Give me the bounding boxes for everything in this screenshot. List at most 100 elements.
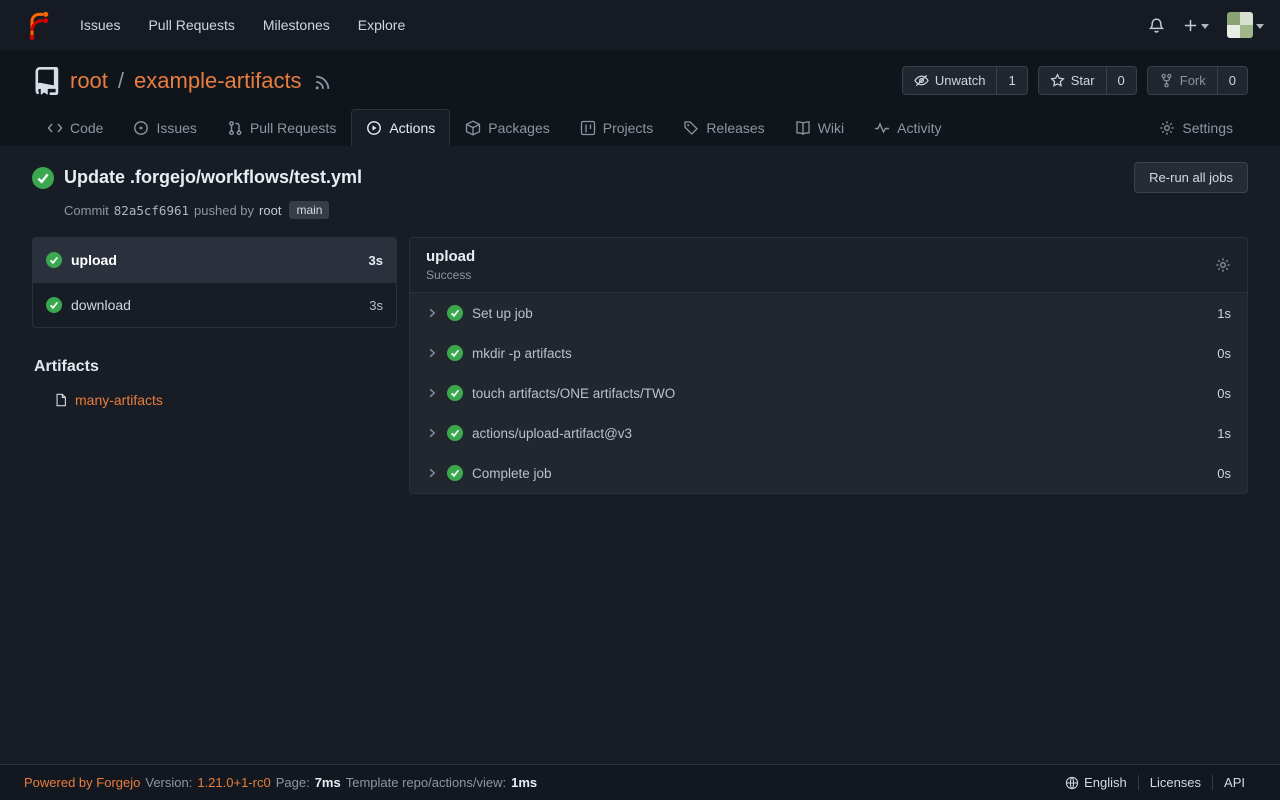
artifact-link-many-artifacts[interactable]: many-artifacts (75, 392, 163, 408)
tab-label: Code (70, 120, 103, 136)
api-link[interactable]: API (1212, 775, 1256, 790)
step-label: actions/upload-artifact@v3 (472, 426, 632, 441)
tab-projects[interactable]: Projects (565, 109, 669, 146)
job-row-download[interactable]: download 3s (33, 283, 396, 327)
tab-label: Wiki (818, 120, 844, 136)
forgejo-logo[interactable] (22, 10, 52, 40)
file-icon (54, 393, 68, 407)
repo-tabs: Code Issues Pull Requests Actions Packag… (32, 109, 1248, 146)
job-row-upload[interactable]: upload 3s (33, 238, 396, 283)
success-check-icon (46, 252, 62, 268)
commit-prefix: Commit (64, 203, 109, 218)
step-row[interactable]: actions/upload-artifact@v3 1s (410, 413, 1247, 453)
star-button[interactable]: Star 0 (1038, 66, 1137, 95)
tab-label: Packages (488, 120, 549, 136)
unwatch-button[interactable]: Unwatch 1 (902, 66, 1028, 95)
eye-slash-icon (914, 73, 929, 88)
repo-name-link[interactable]: example-artifacts (134, 68, 302, 94)
chevron-right-icon (426, 347, 438, 359)
tab-releases[interactable]: Releases (668, 109, 779, 146)
tab-settings[interactable]: Settings (1144, 109, 1248, 146)
nav-item-pull-requests[interactable]: Pull Requests (134, 0, 248, 50)
step-duration: 0s (1217, 346, 1231, 361)
fork-button[interactable]: Fork 0 (1147, 66, 1248, 95)
success-check-icon (447, 385, 463, 401)
page-time-label: Page: (276, 775, 310, 790)
job-panel-status: Success (426, 268, 475, 282)
gear-icon (1159, 120, 1175, 136)
tab-label: Activity (897, 120, 941, 136)
actions-run-view: Update .forgejo/workflows/test.yml Re-ru… (0, 146, 1280, 764)
run-title: Update .forgejo/workflows/test.yml (64, 167, 362, 188)
job-panel-title: upload (426, 248, 475, 265)
tab-label: Releases (706, 120, 764, 136)
repo-owner-link[interactable]: root (70, 68, 108, 94)
step-row[interactable]: Set up job 1s (410, 293, 1247, 333)
fork-label: Fork (1180, 73, 1206, 88)
gear-icon (1215, 257, 1231, 273)
rerun-all-jobs-button[interactable]: Re-run all jobs (1134, 162, 1248, 193)
user-menu[interactable] (1227, 12, 1264, 38)
watch-count[interactable]: 1 (996, 67, 1026, 94)
fork-count[interactable]: 0 (1217, 67, 1247, 94)
step-row[interactable]: Complete job 0s (410, 453, 1247, 493)
job-options-button[interactable] (1215, 257, 1231, 273)
nav-item-milestones[interactable]: Milestones (249, 0, 344, 50)
language-label: English (1084, 775, 1127, 790)
powered-by-link[interactable]: Powered by Forgejo (24, 775, 140, 790)
job-list: upload 3s download 3s (32, 237, 397, 328)
tab-label: Projects (603, 120, 654, 136)
chevron-down-icon (1256, 24, 1264, 29)
step-duration: 0s (1217, 466, 1231, 481)
avatar (1227, 12, 1253, 38)
project-board-icon (580, 120, 596, 136)
star-count[interactable]: 0 (1106, 67, 1136, 94)
jobs-sidebar: upload 3s download 3s Artifacts many-art… (32, 237, 397, 408)
notifications-button[interactable] (1148, 17, 1165, 34)
tab-code[interactable]: Code (32, 109, 118, 146)
tab-pull-requests[interactable]: Pull Requests (212, 109, 351, 146)
globe-icon (1065, 776, 1079, 790)
nav-item-explore[interactable]: Explore (344, 0, 419, 50)
tab-activity[interactable]: Activity (859, 109, 956, 146)
tab-actions[interactable]: Actions (351, 109, 450, 146)
artifact-item: many-artifacts (54, 392, 397, 408)
step-row[interactable]: mkdir -p artifacts 0s (410, 333, 1247, 373)
job-duration: 3s (369, 253, 383, 268)
commit-author-link[interactable]: root (259, 203, 281, 218)
success-check-icon (32, 167, 54, 189)
language-selector[interactable]: English (1054, 775, 1138, 790)
job-duration: 3s (369, 298, 383, 313)
job-name: download (71, 297, 131, 313)
step-row[interactable]: touch artifacts/ONE artifacts/TWO 0s (410, 373, 1247, 413)
issue-icon (133, 120, 149, 136)
licenses-link[interactable]: Licenses (1138, 775, 1212, 790)
step-duration: 0s (1217, 386, 1231, 401)
repo-header: root / example-artifacts Unwatch 1 (0, 50, 1280, 146)
rss-button[interactable] (314, 74, 331, 91)
code-icon (47, 120, 63, 136)
job-panel-header: upload Success (410, 238, 1247, 293)
version-link[interactable]: 1.21.0+1-rc0 (197, 775, 270, 790)
pushed-by-text: pushed by (194, 203, 254, 218)
star-icon (1050, 73, 1065, 88)
success-check-icon (447, 305, 463, 321)
plus-icon (1183, 18, 1198, 33)
job-detail-panel: upload Success Set up job 1s mkdir -p (409, 237, 1248, 494)
fork-icon (1159, 73, 1174, 88)
tag-icon (683, 120, 699, 136)
step-label: Set up job (472, 306, 533, 321)
branch-badge[interactable]: main (289, 201, 329, 219)
footer: Powered by Forgejo Version: 1.21.0+1-rc0… (0, 764, 1280, 800)
tab-wiki[interactable]: Wiki (780, 109, 859, 146)
commit-sha-link[interactable]: 82a5cf6961 (114, 203, 189, 218)
bell-icon (1148, 17, 1165, 34)
unwatch-label: Unwatch (935, 73, 986, 88)
create-new-dropdown[interactable] (1183, 18, 1209, 33)
nav-item-issues[interactable]: Issues (66, 0, 134, 50)
tab-packages[interactable]: Packages (450, 109, 564, 146)
tab-issues[interactable]: Issues (118, 109, 211, 146)
pull-request-icon (227, 120, 243, 136)
chevron-right-icon (426, 387, 438, 399)
tab-label: Issues (156, 120, 196, 136)
